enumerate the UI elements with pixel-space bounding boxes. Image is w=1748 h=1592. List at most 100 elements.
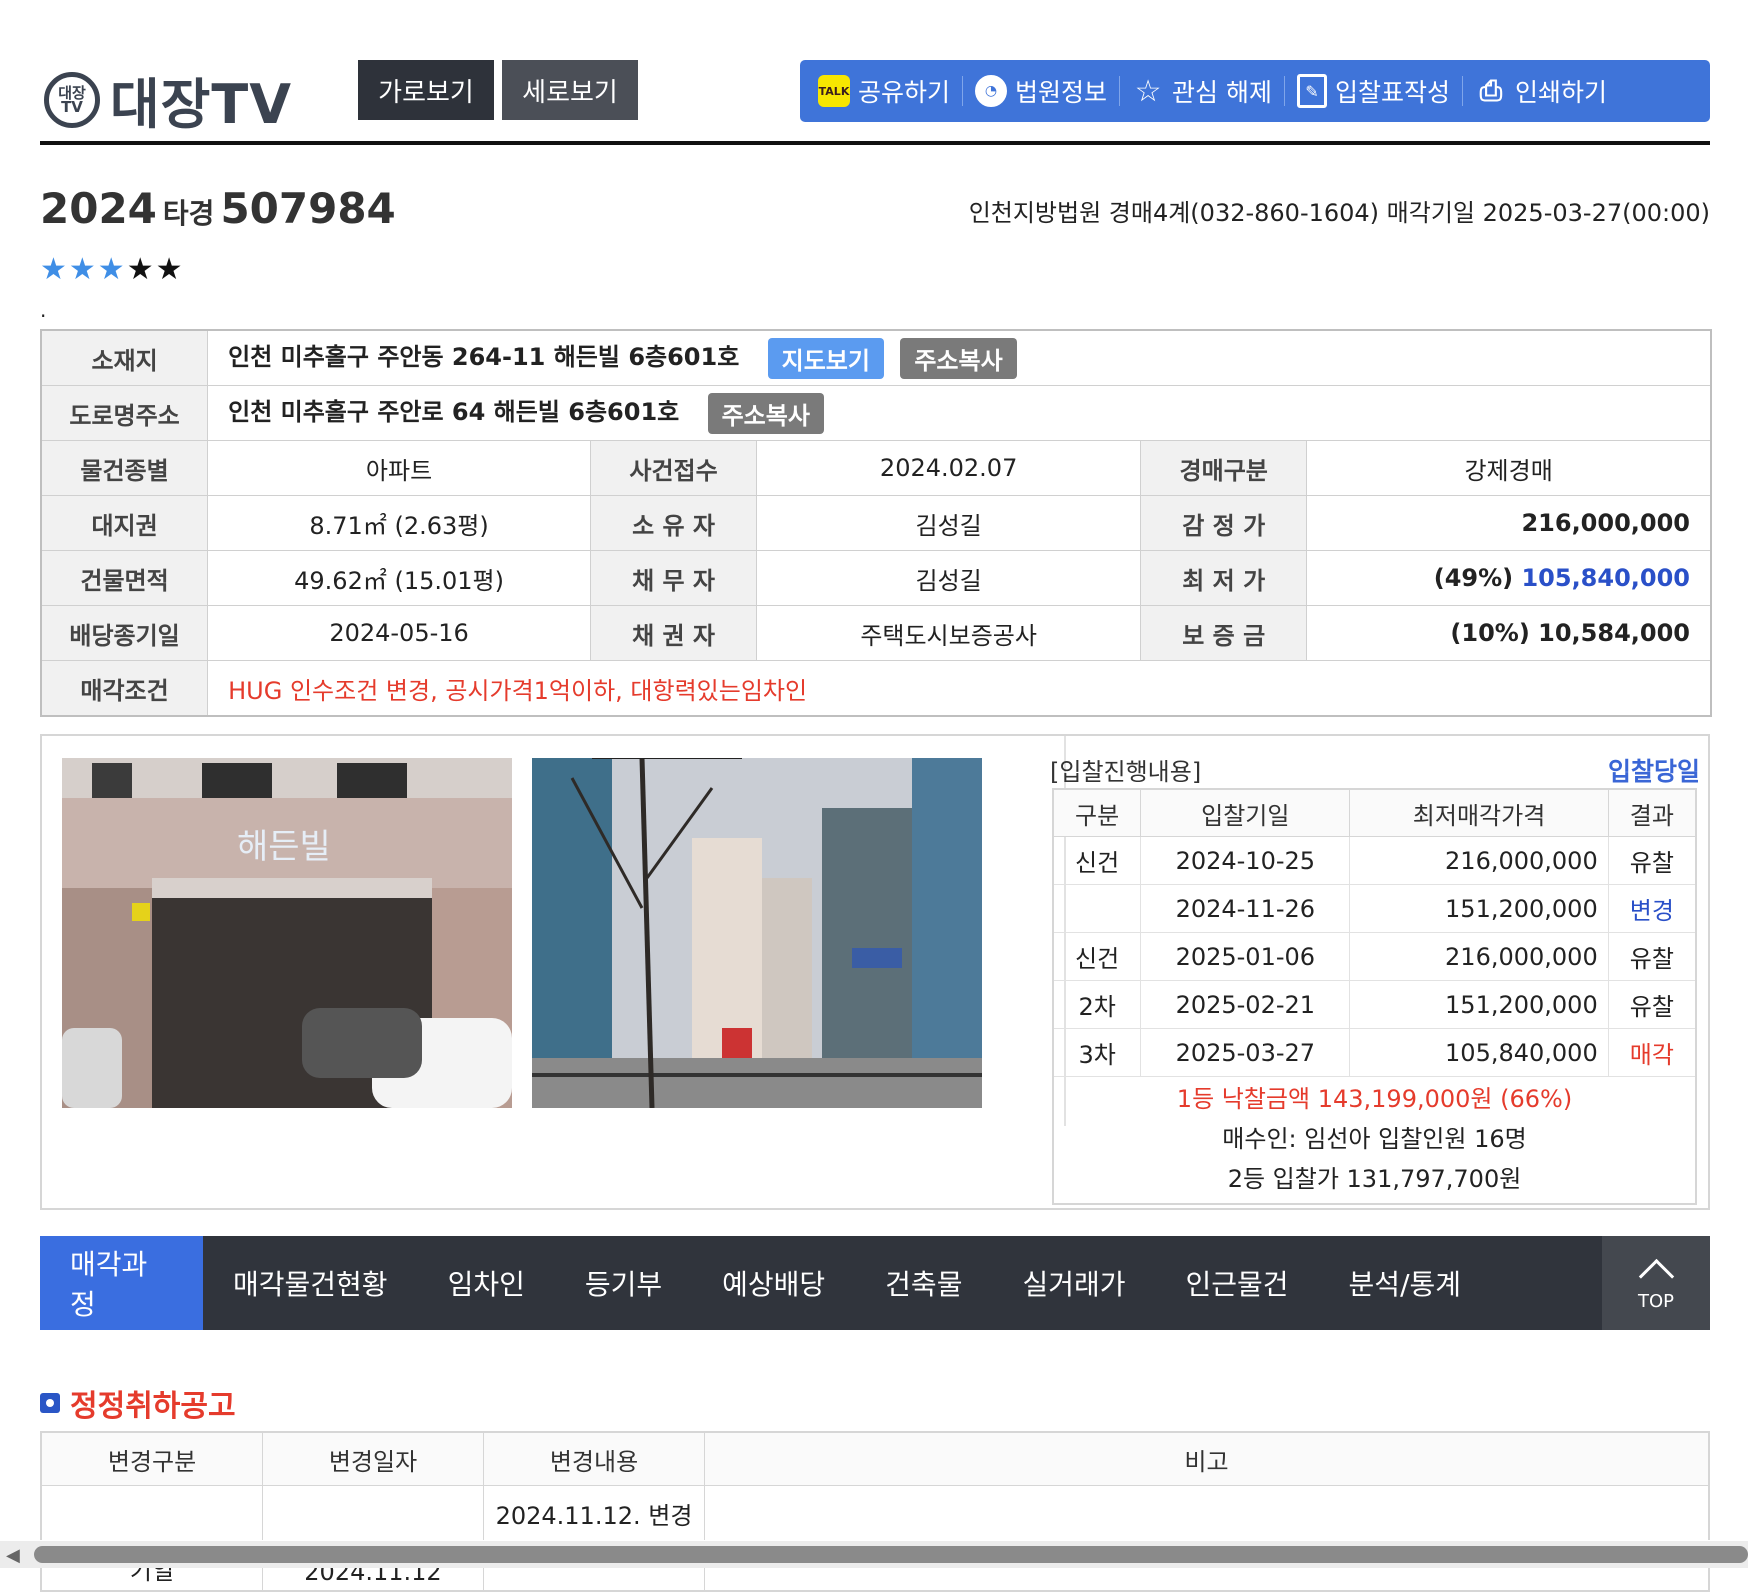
separator-dot: .	[40, 298, 47, 322]
info-value: 2024.02.07	[756, 440, 1142, 496]
bullet-icon	[40, 1393, 60, 1413]
deposit-value: (10%) 10,584,000	[1306, 605, 1712, 661]
bid-date: 2025-03-27	[1140, 1028, 1351, 1077]
second-bid-line: 2등 입찰가 131,797,700원	[1227, 1165, 1522, 1193]
building-entrance-photo[interactable]: 해든빌	[62, 758, 512, 1108]
property-info-table: 소재지 인천 미추홀구 주안동 264-11 해든빌 6층601호 지도보기 주…	[40, 329, 1712, 717]
court-info: 인천지방법원 경매4계(032-860-1604) 매각기일 2025-03-2…	[968, 199, 1710, 227]
info-value: 강제경매	[1306, 440, 1712, 496]
bid-form-button[interactable]: ✎ 입찰표작성	[1285, 60, 1462, 122]
horizontal-scrollbar[interactable]: ◀	[0, 1541, 1748, 1568]
horizontal-view-button[interactable]: 가로보기	[358, 60, 494, 120]
info-label: 보 증 금	[1140, 605, 1308, 661]
print-button[interactable]: ⎙ 인쇄하기	[1463, 60, 1619, 122]
bid-kind: 신건	[1052, 836, 1142, 885]
header-divider	[40, 141, 1710, 145]
minimum-price-cell: (49%) 105,840,000	[1306, 550, 1712, 606]
rating-stars-empty: ★★	[126, 252, 185, 287]
bid-result: 유찰	[1607, 836, 1697, 885]
winning-bid-line: 1등 낙찰금액 143,199,000원 (66%)	[1176, 1085, 1573, 1113]
info-label: 배당종기일	[40, 605, 209, 661]
star-outline-icon: ☆	[1134, 73, 1162, 109]
bid-kind: 2차	[1052, 980, 1142, 1029]
share-label: 공유하기	[858, 78, 951, 107]
case-number: 2024 타경 507984	[40, 184, 396, 233]
info-label: 물건종별	[40, 440, 209, 496]
bid-date: 2025-01-06	[1140, 932, 1351, 981]
bid-header: 결과	[1607, 788, 1697, 837]
rating-stars-filled: ★★★	[40, 252, 127, 287]
share-button[interactable]: TALK 공유하기	[806, 60, 962, 122]
tab-registry[interactable]: 등기부	[555, 1236, 692, 1330]
info-value: 김성길	[756, 550, 1142, 606]
table-row: 신건 2025-01-06 216,000,000 유찰	[1052, 932, 1697, 981]
section-tab-bar: 매각과정 매각물건현황 임차인 등기부 예상배당 건축물 실거래가 인근물건 분…	[40, 1236, 1710, 1330]
kakaotalk-icon: TALK	[818, 75, 850, 107]
notice-title-text: 정정취하공고	[70, 1389, 236, 1424]
bid-kind: 3차	[1052, 1028, 1142, 1077]
sale-condition-value: HUG 인수조건 변경, 공시가격1억이하, 대항력있는임차인	[207, 660, 1712, 717]
tab-sale-process[interactable]: 매각과정	[40, 1236, 203, 1330]
notice-note	[704, 1485, 1710, 1592]
rating-stars: ★★★★★	[40, 252, 184, 287]
info-label: 소 유 자	[589, 495, 758, 551]
minimum-price-percent: (49%)	[1433, 564, 1514, 592]
notice-content: 2024.11.12. 변경	[483, 1485, 705, 1592]
address-cell: 인천 미추홀구 주안동 264-11 해든빌 6층601호 지도보기 주소복사	[207, 329, 1712, 386]
auction-detail-page: 대장 TV 대장TV 가로보기 세로보기 TALK 공유하기 ◔ 법원정보 ☆ 관…	[0, 0, 1748, 1592]
road-address-value: 인천 미추홀구 주안로 64 해든빌 6층601호	[228, 398, 680, 427]
buyer-line: 매수인: 임선아 입찰인원 16명	[1222, 1125, 1527, 1153]
action-toolbar: TALK 공유하기 ◔ 법원정보 ☆ 관심 해제 ✎ 입찰표작성 ⎙ 인쇄하기	[800, 60, 1710, 122]
printer-icon: ⎙	[1479, 74, 1503, 107]
notice-date: 2024.11.12	[262, 1485, 484, 1592]
bid-progress-title: [입찰진행내용]	[1050, 758, 1202, 786]
bid-header: 구분	[1052, 788, 1142, 837]
notice-section-title: 정정취하공고	[40, 1381, 236, 1425]
tab-actual-price[interactable]: 실거래가	[992, 1236, 1155, 1330]
bid-date: 2024-10-25	[1140, 836, 1351, 885]
info-value: 2024-05-16	[207, 605, 591, 661]
scrollbar-thumb[interactable]	[34, 1546, 1748, 1563]
bid-history-table: 구분 입찰기일 최저매각가격 결과 신건 2024-10-25 216,000,…	[1052, 788, 1697, 1205]
case-year: 2024	[40, 184, 157, 233]
bid-date: 2025-02-21	[1140, 980, 1351, 1029]
map-view-button[interactable]: 지도보기	[767, 337, 884, 379]
vertical-view-button[interactable]: 세로보기	[502, 60, 638, 120]
table-row: 2024-11-26 151,200,000 변경	[1052, 884, 1697, 933]
info-value: 아파트	[207, 440, 591, 496]
court-info-button[interactable]: ◔ 법원정보	[963, 60, 1119, 122]
bid-result: 매각	[1607, 1028, 1697, 1077]
tab-property-status[interactable]: 매각물건현황	[203, 1236, 418, 1330]
sale-condition-label: 매각조건	[40, 660, 209, 717]
address-label: 소재지	[40, 329, 209, 386]
bid-price: 151,200,000	[1349, 980, 1609, 1029]
minimum-price-value: 105,840,000	[1521, 564, 1690, 592]
bid-form-label: 입찰표작성	[1334, 78, 1450, 107]
bid-price: 216,000,000	[1349, 932, 1609, 981]
table-row: 2차 2025-02-21 151,200,000 유찰	[1052, 980, 1697, 1029]
bid-day-link[interactable]: 입찰당일	[1608, 752, 1700, 788]
tab-building[interactable]: 건축물	[855, 1236, 992, 1330]
bid-summary: 1등 낙찰금액 143,199,000원 (66%) 매수인: 임선아 입찰인원…	[1052, 1076, 1697, 1205]
copy-address-button[interactable]: 주소복사	[900, 337, 1017, 379]
tab-expected-dividend[interactable]: 예상배당	[692, 1236, 855, 1330]
table-row: 기일 2024.11.12 2024.11.12. 변경	[40, 1485, 1710, 1592]
unfavorite-button[interactable]: ☆ 관심 해제	[1120, 60, 1284, 122]
bid-result: 유찰	[1607, 980, 1697, 1029]
info-label: 대지권	[40, 495, 209, 551]
street-view-photo[interactable]	[532, 758, 982, 1108]
info-label: 채 권 자	[589, 605, 758, 661]
bid-kind	[1052, 884, 1142, 933]
copy-road-address-button[interactable]: 주소복사	[707, 392, 824, 434]
bid-header: 입찰기일	[1140, 788, 1351, 837]
table-row: 신건 2024-10-25 216,000,000 유찰	[1052, 836, 1697, 885]
info-value: 49.62㎡ (15.01평)	[207, 550, 591, 606]
tab-analysis[interactable]: 분석/통계	[1319, 1236, 1491, 1330]
site-logo[interactable]: 대장 TV 대장TV	[44, 60, 292, 139]
table-row: 3차 2025-03-27 105,840,000 매각	[1052, 1028, 1697, 1077]
scroll-top-button[interactable]: TOP	[1602, 1236, 1710, 1330]
tab-tenants[interactable]: 임차인	[418, 1236, 555, 1330]
chevron-up-icon	[1638, 1258, 1674, 1295]
tab-nearby[interactable]: 인근물건	[1156, 1236, 1319, 1330]
scroll-left-icon[interactable]: ◀	[6, 1545, 20, 1566]
